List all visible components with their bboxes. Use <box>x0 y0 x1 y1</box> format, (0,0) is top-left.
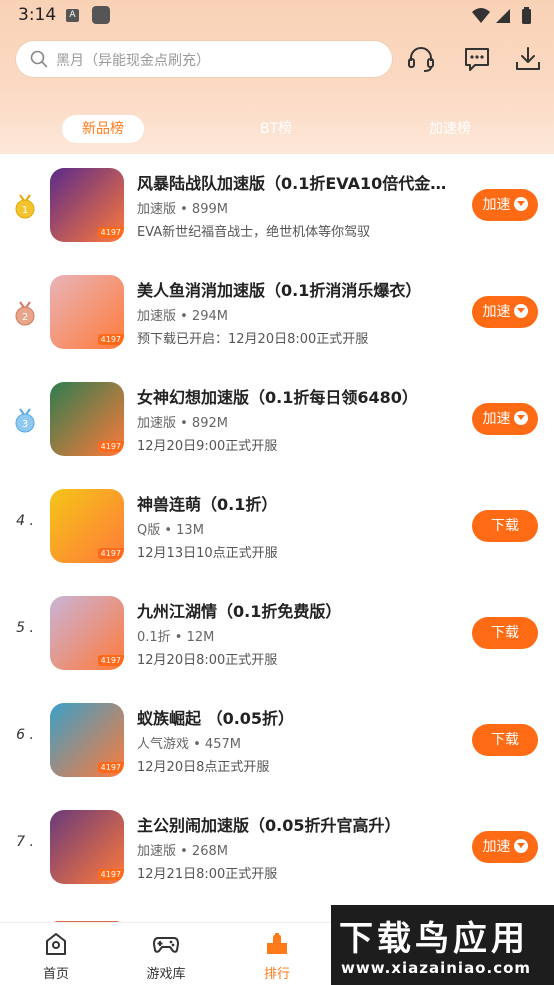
game-row[interactable]: 2 4197 美人鱼消消加速版（0.1折消消乐爆衣） 加速版 • 294M 预下… <box>0 261 554 368</box>
game-desc: 12月20日8点正式开服 <box>137 760 270 775</box>
nav-gamelib-label: 游戏库 <box>146 967 186 982</box>
download-button[interactable]: 下载 <box>472 724 538 756</box>
game-icon-tag: 4197 <box>97 869 124 880</box>
header: 3:14 A 黑月（异能现金点刷充） 新品榜 BT榜 加速榜 <box>0 0 554 154</box>
rank-medal-icon: 2 <box>15 301 35 326</box>
game-icon[interactable]: 4197 <box>50 382 124 456</box>
game-title[interactable]: 九州江湖情（0.1折免费版） <box>137 598 455 622</box>
game-meta: 加速版 • 892M <box>137 416 228 431</box>
speedup-button[interactable]: 加速 <box>472 831 538 863</box>
notification-square-icon <box>92 6 110 24</box>
game-icon[interactable]: 4197 <box>50 703 124 777</box>
game-icon-tag: 4197 <box>97 655 124 666</box>
svg-text:3: 3 <box>22 419 28 430</box>
headset-icon[interactable] <box>406 44 436 74</box>
status-time: 3:14 <box>18 5 57 25</box>
game-icon-tag: 4197 <box>97 227 124 238</box>
rank-number: 5 . <box>16 620 34 636</box>
download-button[interactable]: 下载 <box>472 510 538 542</box>
ranking-list: 1 4197 风暴陆战队加速版（0.1折EVA10倍代金… 加速版 • 899M… <box>0 154 554 922</box>
game-desc: 12月13日10点正式开服 <box>137 546 278 561</box>
watermark-url: www.xiazainiao.com <box>341 959 532 977</box>
button-label: 加速 <box>482 197 511 213</box>
notification-a-icon: A <box>66 9 79 22</box>
button-label: 加速 <box>482 839 511 855</box>
nav-home-label: 首页 <box>42 967 69 982</box>
game-meta: Q版 • 13M <box>137 523 204 538</box>
home-icon <box>46 933 66 955</box>
tab-speedup[interactable]: 加速榜 <box>410 115 490 143</box>
game-meta: 人气游戏 • 457M <box>137 737 241 752</box>
download-icon[interactable] <box>513 44 543 74</box>
rank-medal-icon: 3 <box>15 408 35 433</box>
status-bar: 3:14 A <box>0 0 554 32</box>
game-icon[interactable]: 4197 <box>50 168 124 242</box>
gamepad-icon <box>153 937 179 953</box>
game-meta: 加速版 • 268M <box>137 844 228 859</box>
game-meta: 0.1折 • 12M <box>137 630 215 645</box>
search-input[interactable]: 黑月（异能现金点刷充） <box>16 41 392 77</box>
button-label: 下载 <box>491 732 519 748</box>
game-meta: 加速版 • 294M <box>137 309 228 324</box>
tab-bt[interactable]: BT榜 <box>236 115 316 143</box>
svg-text:2: 2 <box>22 312 28 323</box>
caret-down-icon <box>513 197 528 211</box>
nav-home[interactable]: 首页 <box>16 931 96 982</box>
game-icon[interactable]: 4197 <box>50 810 124 884</box>
game-icon[interactable]: 4197 <box>50 275 124 349</box>
game-title[interactable]: 风暴陆战队加速版（0.1折EVA10倍代金… <box>137 170 455 194</box>
speedup-button[interactable]: 加速 <box>472 189 538 221</box>
game-desc: 12月20日8:00正式开服 <box>137 653 278 668</box>
search-icon <box>30 50 48 68</box>
game-icon-tag: 4197 <box>97 334 124 345</box>
game-row[interactable]: 7 . 4197 主公别闹加速版（0.05折升官高升） 加速版 • 268M 1… <box>0 796 554 903</box>
search-placeholder: 黑月（异能现金点刷充） <box>56 53 210 69</box>
speedup-button[interactable]: 加速 <box>472 403 538 435</box>
game-row[interactable]: 5 . 4197 九州江湖情（0.1折免费版） 0.1折 • 12M 12月20… <box>0 582 554 689</box>
game-title[interactable]: 美人鱼消消加速版（0.1折消消乐爆衣） <box>137 277 455 301</box>
caret-down-icon <box>513 411 528 425</box>
download-button[interactable]: 下载 <box>472 617 538 649</box>
game-icon-tag: 4197 <box>97 441 124 452</box>
status-signal-icons <box>472 7 531 24</box>
game-title[interactable]: 蚁族崛起 （0.05折） <box>137 705 455 729</box>
button-label: 加速 <box>482 304 511 320</box>
svg-text:1: 1 <box>22 205 28 216</box>
game-icon-tag: 4197 <box>97 548 124 559</box>
button-label: 加速 <box>482 411 511 427</box>
rank-number: 6 . <box>16 727 34 743</box>
game-icon[interactable]: 4197 <box>50 596 124 670</box>
speedup-button[interactable]: 加速 <box>472 296 538 328</box>
game-desc: 12月20日9:00正式开服 <box>137 439 278 454</box>
button-label: 下载 <box>491 625 519 641</box>
nav-gamelib[interactable]: 游戏库 <box>126 931 206 982</box>
game-meta: 加速版 • 899M <box>137 202 228 217</box>
message-icon[interactable] <box>462 44 492 74</box>
game-icon[interactable]: 4197 <box>50 489 124 563</box>
game-desc: 12月21日8:00正式开服 <box>137 867 278 882</box>
caret-down-icon <box>513 304 528 318</box>
game-desc: 预下载已开启：12月20日8:00正式开服 <box>137 332 369 347</box>
game-icon-tag: 4197 <box>97 762 124 773</box>
button-label: 下载 <box>491 518 519 534</box>
game-row[interactable]: 6 . 4197 蚁族崛起 （0.05折） 人气游戏 • 457M 12月20日… <box>0 689 554 796</box>
tab-new[interactable]: 新品榜 <box>62 115 144 143</box>
nav-ranking-label: 排行 <box>263 967 290 982</box>
rank-number: 7 . <box>16 834 34 850</box>
watermark-logo: 下载鸟应用 www.xiazainiao.com <box>331 905 554 985</box>
game-row[interactable]: 4 . 4197 神兽连萌（0.1折） Q版 • 13M 12月13日10点正式… <box>0 475 554 582</box>
ranking-icon <box>267 933 287 954</box>
game-desc: EVA新世纪福音战士，绝世机体等你驾驭 <box>137 225 371 240</box>
game-title[interactable]: 神兽连萌（0.1折） <box>137 491 455 515</box>
rank-number: 4 . <box>16 513 34 529</box>
caret-down-icon <box>513 839 528 853</box>
rank-medal-icon: 1 <box>15 194 35 219</box>
game-title[interactable]: 主公别闹加速版（0.05折升官高升） <box>137 812 455 836</box>
watermark-title: 下载鸟应用 <box>339 919 529 959</box>
game-row[interactable]: 3 4197 女神幻想加速版（0.1折每日领6480） 加速版 • 892M 1… <box>0 368 554 475</box>
game-row[interactable]: 1 4197 风暴陆战队加速版（0.1折EVA10倍代金… 加速版 • 899M… <box>0 154 554 261</box>
game-title[interactable]: 女神幻想加速版（0.1折每日领6480） <box>137 384 455 408</box>
nav-ranking[interactable]: 排行 <box>237 931 317 982</box>
